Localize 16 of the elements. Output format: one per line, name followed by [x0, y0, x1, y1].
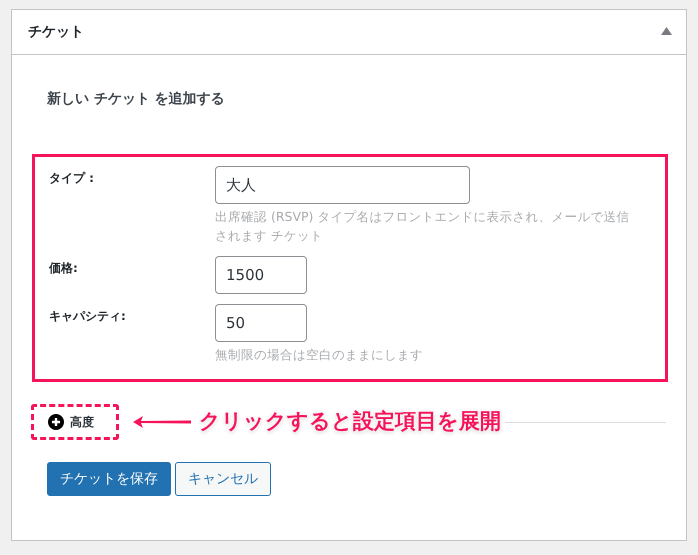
plus-circle-icon	[48, 414, 64, 430]
help-text: 無制限の場合は空白のままにします	[215, 346, 424, 364]
cancel-button[interactable]: キャンセル	[175, 462, 271, 496]
text-field[interactable]: 大人	[215, 166, 470, 204]
text-field[interactable]: 50	[215, 304, 307, 342]
save-button[interactable]: チケットを保存	[47, 462, 171, 496]
field-label: タイプ :	[49, 170, 95, 187]
advanced-toggle[interactable]: 高度	[48, 413, 94, 432]
collapse-toggle[interactable]	[661, 27, 672, 37]
panel-title: チケット	[28, 22, 84, 42]
field-label: 価格:	[49, 260, 79, 277]
section-heading: 新しい チケット を追加する	[47, 90, 226, 109]
arrow-icon	[131, 415, 191, 430]
text-field[interactable]: 1500	[215, 256, 307, 294]
field-label: キャパシティ:	[49, 308, 127, 325]
help-text: 出席確認 (RSVP) タイプ名はフロントエンドに表示され、メールで送信されます チケット	[215, 208, 630, 246]
